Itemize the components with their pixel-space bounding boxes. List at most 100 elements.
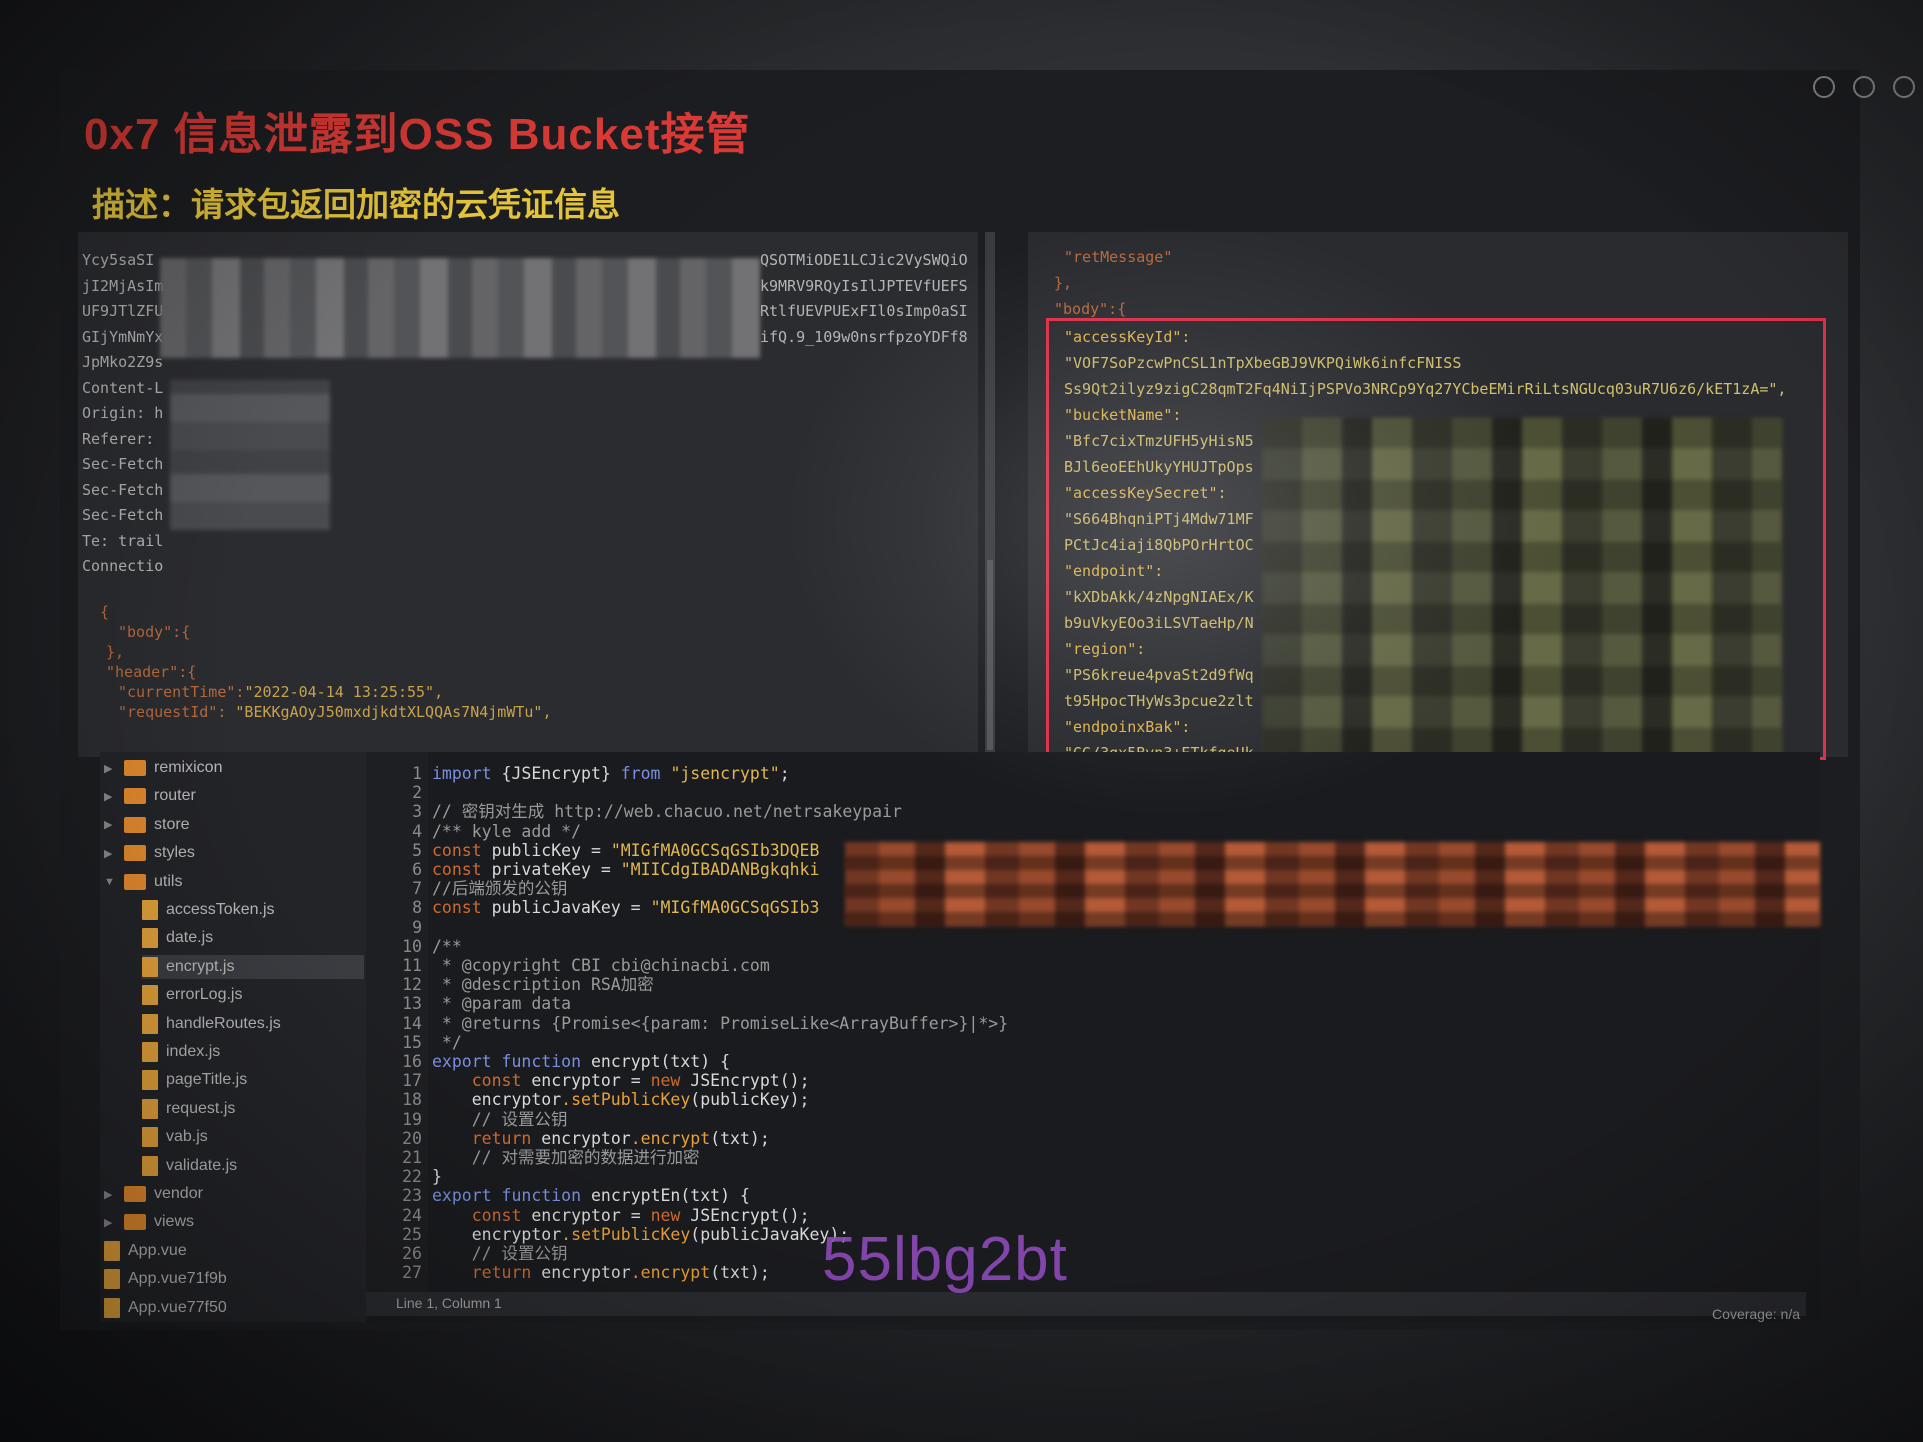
file-tree-item[interactable]: ▶ views xyxy=(104,1210,364,1234)
file-tree-item[interactable]: request.js xyxy=(142,1097,364,1121)
request-header-line: GIjYmNmYx xyxy=(82,327,164,346)
code-line: 16 export function encrypt(txt) { xyxy=(370,1052,1008,1071)
json-line: { xyxy=(100,603,110,621)
code-text: // 密钥对生成 http://web.chacuo.net/netrsakey… xyxy=(432,802,902,822)
file-icon xyxy=(142,1127,158,1148)
code-text: } xyxy=(432,1167,442,1187)
code-text: /** kyle add */ xyxy=(432,821,582,841)
code-text: */ xyxy=(432,1032,462,1052)
line-number: 8 xyxy=(412,898,422,918)
chevron-right-icon[interactable]: ▶ xyxy=(104,847,116,860)
file-tree-item[interactable]: index.js xyxy=(142,1040,364,1064)
request-headers: Ycy5saSI jI2MjAsIm UF9JTlZFU GIjYmNmYx JpMko… xyxy=(82,248,163,580)
line-number: 15 xyxy=(402,1032,422,1052)
chevron-right-icon[interactable]: ▶ xyxy=(104,1216,116,1229)
file-tree-item[interactable]: errorLog.js xyxy=(142,983,364,1007)
screen-glare xyxy=(780,220,1560,820)
window-controls xyxy=(1813,76,1915,98)
file-tree-label: styles xyxy=(154,844,195,862)
code-line: 13 * @param data xyxy=(370,994,1008,1013)
code-text: //后端颁发的公钥 xyxy=(432,879,568,899)
code-text: * @param data xyxy=(432,994,572,1014)
file-tree-item[interactable]: date.js xyxy=(142,926,364,950)
request-header-line: Ycy5saSI xyxy=(82,251,155,269)
line-number: 2 xyxy=(412,783,422,803)
request-header-line: Connectio xyxy=(82,557,164,575)
folder-icon xyxy=(124,1186,146,1202)
line-number: 7 xyxy=(412,879,422,899)
fit-icon[interactable] xyxy=(1893,76,1915,98)
file-tree-item[interactable]: ▶ vendor xyxy=(104,1182,364,1206)
request-header-line: Sec-Fetch xyxy=(82,455,164,473)
line-number: 13 xyxy=(402,994,422,1014)
line-number: 21 xyxy=(402,1148,422,1168)
file-tree-item[interactable]: pageTitle.js xyxy=(142,1068,364,1092)
code-text: // 设置公钥 xyxy=(471,1109,568,1129)
file-tree-label: vab.js xyxy=(166,1128,208,1146)
code-text: const publicKey = "MIGfMA0GCSqGSIb3DQEB xyxy=(432,840,820,860)
line-number: 18 xyxy=(402,1090,422,1110)
file-tree-item[interactable]: encrypt.js xyxy=(142,954,364,979)
file-tree-item[interactable]: App.vue71f9b xyxy=(104,1267,364,1291)
file-icon xyxy=(142,956,158,977)
file-tree-item[interactable]: App.vue xyxy=(104,1239,364,1263)
file-tree-item[interactable]: ▼ utils xyxy=(104,870,364,894)
file-icon xyxy=(142,985,158,1006)
line-number: 3 xyxy=(412,802,422,822)
code-text: const encryptor = new JSEncrypt(); xyxy=(471,1205,810,1225)
file-icon xyxy=(104,1269,120,1290)
folder-icon xyxy=(124,873,146,890)
chevron-right-icon[interactable]: ▶ xyxy=(104,818,116,831)
file-tree-item[interactable]: App.vue77f50 xyxy=(104,1296,364,1320)
file-tree-label: errorLog.js xyxy=(166,986,243,1004)
json-line: }, xyxy=(106,643,125,661)
code-text: return encryptor.encrypt(txt); xyxy=(471,1263,770,1283)
line-number: 11 xyxy=(402,956,422,976)
file-tree-label: views xyxy=(154,1213,195,1231)
line-number: 6 xyxy=(412,860,422,880)
file-tree-item[interactable]: accessToken.js xyxy=(142,898,364,922)
code-line: 10 /** xyxy=(370,937,1008,956)
code-line: 20 return encryptor.encrypt(txt); xyxy=(370,1129,1008,1148)
file-tree-item[interactable]: handleRoutes.js xyxy=(142,1012,364,1036)
file-icon xyxy=(142,1155,158,1176)
line-number: 26 xyxy=(402,1244,422,1264)
code-line: 2 xyxy=(370,783,1008,802)
code-line: 17 const encryptor = new JSEncrypt(); xyxy=(370,1071,1008,1090)
file-tree-item[interactable]: ▶ store xyxy=(104,813,364,837)
line-number: 9 xyxy=(412,917,422,937)
file-tree-label: accessToken.js xyxy=(166,901,275,918)
file-tree-item[interactable]: vab.js xyxy=(142,1125,364,1149)
request-header-line: UF9JTlZFU xyxy=(82,302,164,320)
file-icon xyxy=(142,900,158,920)
file-tree-item[interactable]: ▶ remixicon xyxy=(104,756,364,780)
slide-title: 0x7 信息泄露到OSS Bucket接管 xyxy=(84,110,751,159)
chevron-down-icon[interactable]: ▼ xyxy=(104,876,116,888)
file-icon xyxy=(142,1098,158,1119)
line-number: 16 xyxy=(402,1052,422,1072)
code-line: 11 * @copyright CBI cbi@chinacbi.com xyxy=(370,956,1008,975)
file-tree-label: encrypt.js xyxy=(166,957,235,975)
code-text: // 设置公钥 xyxy=(471,1244,568,1264)
file-tree-label: App.vue xyxy=(128,1241,187,1259)
file-tree-label: App.vue77f50 xyxy=(128,1298,227,1316)
chevron-right-icon[interactable]: ▶ xyxy=(104,762,116,775)
code-line: 1 import {JSEncrypt} from "jsencrypt"; xyxy=(370,764,1008,783)
request-header-line: Te: trail xyxy=(82,531,164,550)
request-header-line: Content-L xyxy=(82,378,164,397)
file-tree-item[interactable]: ▶ router xyxy=(104,784,364,808)
chevron-right-icon[interactable]: ▶ xyxy=(104,1188,116,1201)
chevron-right-icon[interactable]: ▶ xyxy=(104,790,116,803)
code-text: encryptor.setPublicKey(publicKey); xyxy=(432,1090,810,1110)
file-tree-item[interactable]: ▶ styles xyxy=(104,841,364,865)
zoom-out-icon[interactable] xyxy=(1853,76,1875,98)
watermark: 55lbg2bt xyxy=(822,1225,1068,1294)
zoom-in-icon[interactable] xyxy=(1813,76,1835,98)
file-tree-item[interactable]: validate.js xyxy=(142,1154,364,1178)
cursor-position: Line 1, Column 1 xyxy=(396,1295,502,1311)
line-number: 25 xyxy=(402,1224,422,1244)
request-header-line: Origin: h xyxy=(82,404,164,422)
json-line: "body":{ xyxy=(118,623,191,641)
status-bar: Line 1, Column 1 Coverage: n/a xyxy=(366,1292,1806,1322)
line-number: 22 xyxy=(402,1167,422,1187)
